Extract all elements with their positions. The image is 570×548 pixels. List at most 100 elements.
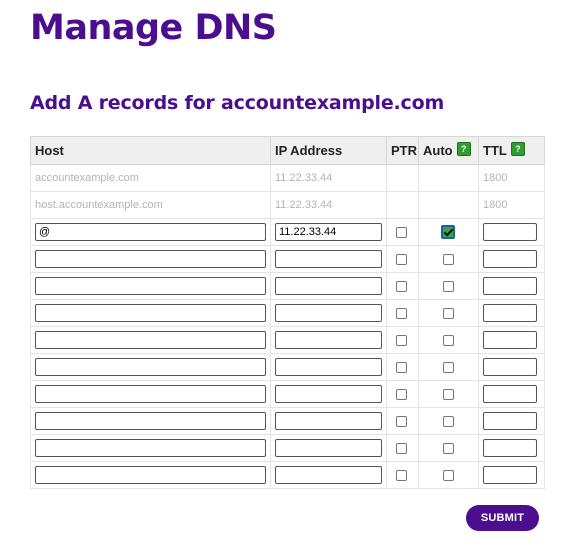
auto-checkbox[interactable] bbox=[443, 388, 454, 400]
ip-address-input[interactable] bbox=[275, 412, 382, 430]
ip-address-input[interactable] bbox=[275, 331, 382, 349]
table-header-row: Host IP Address PTR Auto? TTL? bbox=[30, 136, 545, 165]
ip-cell bbox=[270, 326, 387, 354]
edit-record-row bbox=[30, 353, 545, 381]
host-input[interactable] bbox=[35, 250, 266, 268]
ttl-header-label: TTL bbox=[483, 143, 507, 158]
ptr-cell bbox=[386, 272, 419, 300]
ptr-checkbox[interactable] bbox=[396, 415, 407, 427]
auto-checkbox[interactable] bbox=[443, 280, 454, 292]
existing-ptr-cell bbox=[386, 191, 419, 219]
host-cell bbox=[30, 218, 271, 246]
ptr-cell bbox=[386, 461, 419, 489]
ptr-checkbox[interactable] bbox=[396, 361, 407, 373]
edit-record-row bbox=[30, 218, 545, 246]
existing-ttl-cell: 1800 bbox=[478, 191, 545, 219]
ttl-cell bbox=[478, 461, 545, 489]
ip-address-input[interactable] bbox=[275, 439, 382, 457]
ptr-checkbox[interactable] bbox=[396, 307, 407, 319]
ttl-input[interactable] bbox=[483, 385, 537, 403]
host-cell bbox=[30, 299, 271, 327]
existing-record-row: accountexample.com 11.22.33.44 1800 bbox=[30, 164, 545, 192]
host-cell bbox=[30, 434, 271, 462]
ip-cell bbox=[270, 353, 387, 381]
ip-address-input[interactable] bbox=[275, 466, 382, 484]
ip-column-header: IP Address bbox=[270, 136, 387, 165]
existing-ip-cell: 11.22.33.44 bbox=[270, 191, 387, 219]
auto-checkbox[interactable] bbox=[443, 442, 454, 454]
host-input[interactable] bbox=[35, 331, 266, 349]
ip-cell bbox=[270, 380, 387, 408]
ptr-checkbox[interactable] bbox=[396, 253, 407, 265]
ip-cell bbox=[270, 407, 387, 435]
ip-address-input[interactable] bbox=[275, 277, 382, 295]
ttl-input[interactable] bbox=[483, 277, 537, 295]
ttl-input[interactable] bbox=[483, 250, 537, 268]
ptr-checkbox[interactable] bbox=[396, 469, 407, 481]
ptr-checkbox[interactable] bbox=[396, 334, 407, 346]
ttl-cell bbox=[478, 407, 545, 435]
ttl-cell bbox=[478, 434, 545, 462]
host-input[interactable] bbox=[35, 358, 266, 376]
ttl-cell bbox=[478, 326, 545, 354]
host-input[interactable] bbox=[35, 412, 266, 430]
ip-address-input[interactable] bbox=[275, 250, 382, 268]
submit-button[interactable]: SUBMIT bbox=[466, 505, 539, 531]
existing-auto-cell bbox=[418, 191, 479, 219]
ttl-input[interactable] bbox=[483, 466, 537, 484]
existing-ptr-cell bbox=[386, 164, 419, 192]
ttl-input[interactable] bbox=[483, 358, 537, 376]
existing-host-cell: host.accountexample.com bbox=[30, 191, 271, 219]
existing-ttl-cell: 1800 bbox=[478, 164, 545, 192]
host-input[interactable] bbox=[35, 466, 266, 484]
host-cell bbox=[30, 380, 271, 408]
ttl-cell bbox=[478, 245, 545, 273]
ptr-checkbox[interactable] bbox=[396, 442, 407, 454]
ptr-checkbox[interactable] bbox=[396, 388, 407, 400]
auto-cell bbox=[418, 353, 479, 381]
host-cell bbox=[30, 326, 271, 354]
ttl-input[interactable] bbox=[483, 331, 537, 349]
auto-checkbox[interactable] bbox=[441, 225, 455, 239]
ip-cell bbox=[270, 434, 387, 462]
auto-checkbox[interactable] bbox=[443, 415, 454, 427]
existing-record-row: host.accountexample.com 11.22.33.44 1800 bbox=[30, 191, 545, 219]
edit-record-row bbox=[30, 434, 545, 462]
host-input[interactable] bbox=[35, 277, 266, 295]
existing-auto-cell bbox=[418, 164, 479, 192]
auto-checkbox[interactable] bbox=[443, 334, 454, 346]
edit-record-row bbox=[30, 461, 545, 489]
ip-address-input[interactable] bbox=[275, 223, 382, 241]
ttl-cell bbox=[478, 299, 545, 327]
ttl-help-icon[interactable]: ? bbox=[510, 142, 525, 156]
ttl-input[interactable] bbox=[483, 304, 537, 322]
ttl-column-header: TTL? bbox=[478, 136, 545, 165]
ip-address-input[interactable] bbox=[275, 385, 382, 403]
auto-cell bbox=[418, 461, 479, 489]
ttl-cell bbox=[478, 272, 545, 300]
host-input[interactable] bbox=[35, 439, 266, 457]
ttl-input[interactable] bbox=[483, 223, 537, 241]
ip-address-input[interactable] bbox=[275, 358, 382, 376]
auto-checkbox[interactable] bbox=[443, 469, 454, 481]
ttl-input[interactable] bbox=[483, 439, 537, 457]
ptr-cell bbox=[386, 218, 419, 246]
ip-cell bbox=[270, 272, 387, 300]
auto-help-icon[interactable]: ? bbox=[456, 142, 471, 156]
ttl-cell bbox=[478, 380, 545, 408]
ttl-input[interactable] bbox=[483, 412, 537, 430]
ptr-checkbox[interactable] bbox=[396, 280, 407, 292]
host-input[interactable] bbox=[35, 223, 266, 241]
auto-checkbox[interactable] bbox=[443, 361, 454, 373]
ip-cell bbox=[270, 461, 387, 489]
host-input[interactable] bbox=[35, 304, 266, 322]
auto-checkbox[interactable] bbox=[443, 307, 454, 319]
auto-cell bbox=[418, 380, 479, 408]
host-input[interactable] bbox=[35, 385, 266, 403]
records-body: accountexample.com 11.22.33.44 1800 host… bbox=[30, 164, 545, 489]
auto-checkbox[interactable] bbox=[443, 253, 454, 265]
ip-address-input[interactable] bbox=[275, 304, 382, 322]
edit-record-row bbox=[30, 245, 545, 273]
edit-record-row bbox=[30, 407, 545, 435]
ptr-checkbox[interactable] bbox=[396, 226, 407, 238]
